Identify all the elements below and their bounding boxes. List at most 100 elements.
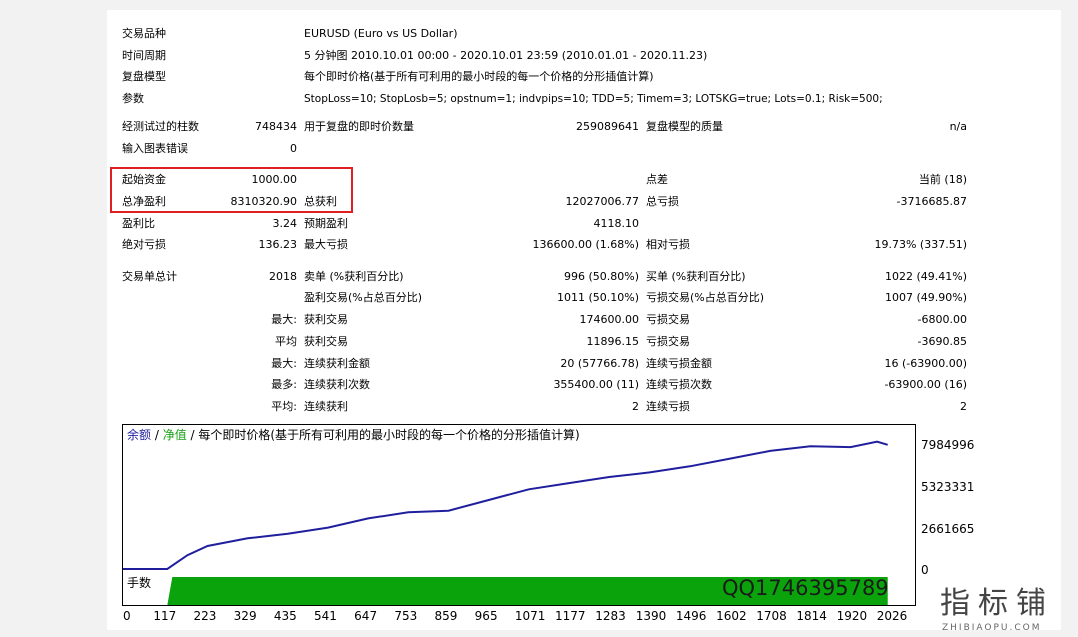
quality-label: 复盘模型的质量 <box>646 120 723 133</box>
max-label: 最大: <box>271 313 297 326</box>
max-loss-label: 亏损交易 <box>646 313 690 326</box>
maxcons-label: 最大: <box>271 357 297 370</box>
legend-equity: 净值 <box>162 428 187 442</box>
x-tick-label: 965 <box>474 609 498 623</box>
mostcons-loss-value: -63900.00 (16) <box>884 378 967 391</box>
model-label: 复盘模型 <box>122 70 166 83</box>
maxcons-loss-value: 16 (-63900.00) <box>884 357 967 370</box>
symbol-label: 交易品种 <box>122 27 166 40</box>
y-tick-label: 0 <box>921 563 929 577</box>
loss-trades-value: 1007 (49.90%) <box>884 291 967 304</box>
symbol-value: EURUSD (Euro vs US Dollar) <box>304 27 458 40</box>
max-profit-label: 获利交易 <box>304 313 348 326</box>
reldd-label: 相对亏损 <box>646 238 690 251</box>
x-tick-label: 435 <box>273 609 297 623</box>
avgcons-win-value: 2 <box>632 400 639 413</box>
mostcons-label: 最多: <box>271 378 297 391</box>
x-tick-label: 1920 <box>836 609 868 623</box>
profit-trades-value: 1011 (50.10%) <box>556 291 639 304</box>
y-tick-label: 2661665 <box>921 522 975 536</box>
absdd-value: 136.23 <box>258 238 298 251</box>
x-tick-label: 1071 <box>514 609 546 623</box>
avgcons-loss-value: 2 <box>960 400 967 413</box>
mostcons-win-value: 355400.00 (11) <box>553 378 639 391</box>
grossloss-label: 总亏损 <box>646 195 679 208</box>
ticks-label: 用于复盘的即时价数量 <box>304 120 414 133</box>
lots-label: 手数 <box>127 576 152 590</box>
period-label: 时间周期 <box>122 49 166 62</box>
balance-line <box>123 440 888 570</box>
bars-label: 经测试过的柱数 <box>122 120 199 133</box>
x-tick-label: 1602 <box>716 609 747 623</box>
legend-separator: / <box>186 428 199 442</box>
x-tick-label: 1708 <box>756 609 787 623</box>
pf-label: 盈利比 <box>122 217 155 230</box>
avgcons-win-label: 连续获利 <box>304 400 348 413</box>
short-value: 996 (50.80%) <box>563 270 639 283</box>
highlight-box <box>110 167 353 213</box>
total-trades-label: 交易单总计 <box>122 270 177 283</box>
long-label: 买单 (%获利百分比) <box>646 270 746 283</box>
y-tick-label: 7984996 <box>921 438 975 452</box>
grossloss-value: -3716685.87 <box>896 195 967 208</box>
x-tick-label: 329 <box>233 609 257 623</box>
spread-value: 当前 (18) <box>918 173 967 186</box>
total-trades-value: 2018 <box>269 270 297 283</box>
maxdd-label: 最大亏损 <box>304 238 348 251</box>
mostcons-loss-label: 连续亏损次数 <box>646 378 712 391</box>
x-tick-label: 1390 <box>635 609 667 623</box>
avgcons-loss-label: 连续亏损 <box>646 400 690 413</box>
long-value: 1022 (49.41%) <box>884 270 967 283</box>
quality-value: n/a <box>949 120 967 133</box>
max-profit-value: 174600.00 <box>579 313 640 326</box>
site-domain: ZHIBIAOPU.COM <box>942 623 1042 633</box>
avg-loss-value: -3690.85 <box>917 335 967 348</box>
x-tick-label: 223 <box>193 609 217 623</box>
reldd-value: 19.73% (337.51) <box>874 238 967 251</box>
x-tick-label: 859 <box>434 609 458 623</box>
x-tick-label: 1496 <box>675 609 707 623</box>
errors-label: 输入图表错误 <box>122 142 188 155</box>
maxcons-win-label: 连续获利金额 <box>304 357 370 370</box>
loss-trades-label: 亏损交易(%占总百分比) <box>646 291 765 304</box>
maxcons-loss-label: 连续亏损金额 <box>646 357 712 370</box>
absdd-label: 绝对亏损 <box>122 238 166 251</box>
maxdd-value: 136600.00 (1.68%) <box>532 238 639 251</box>
expected-value: 4118.10 <box>593 217 640 230</box>
avg-profit-label: 获利交易 <box>304 335 348 348</box>
x-tick-label: 647 <box>354 609 378 623</box>
ticks-value: 259089641 <box>576 120 639 133</box>
pf-value: 3.24 <box>272 217 298 230</box>
avg-loss-label: 亏损交易 <box>646 335 690 348</box>
site-logo: 指标铺 <box>940 586 1054 621</box>
profit-trades-label: 盈利交易(%占总百分比) <box>304 291 423 304</box>
x-tick-label: 117 <box>153 609 177 623</box>
maxcons-win-value: 20 (57766.78) <box>560 357 639 370</box>
mostcons-win-label: 连续获利次数 <box>304 378 370 391</box>
params-value: StopLoss=10; StopLosb=5; opstnum=1; indv… <box>304 93 883 105</box>
y-tick-label: 5323331 <box>921 480 975 494</box>
avgcons-label: 平均: <box>271 400 297 413</box>
grossprofit-value: 12027006.77 <box>565 195 639 208</box>
chart-legend: 余额 / 净值 / 每个即时价格(基于所有可利用的最小时段的每一个价格的分形插值… <box>127 427 580 443</box>
max-loss-value: -6800.00 <box>917 313 967 326</box>
x-tick-label: 2026 <box>876 609 908 623</box>
short-label: 卖单 (%获利百分比) <box>304 270 404 283</box>
spread-label: 点差 <box>646 173 668 186</box>
x-tick-label: 1177 <box>555 609 586 623</box>
bars-value: 748434 <box>255 120 297 133</box>
balance-chart-canvas <box>123 440 888 570</box>
errors-value: 0 <box>290 142 297 155</box>
x-tick-label: 1814 <box>796 609 827 623</box>
legend-model: 每个即时价格(基于所有可利用的最小时段的每一个价格的分形插值计算) <box>198 428 580 442</box>
model-value: 每个即时价格(基于所有可利用的最小时段的每一个价格的分形插值计算) <box>304 70 654 83</box>
watermark-text: QQ1746395789 <box>722 576 889 600</box>
legend-separator: / <box>151 428 163 442</box>
x-tick-label: 1283 <box>595 609 626 623</box>
avg-profit-value: 11896.15 <box>586 335 640 348</box>
x-tick-label: 753 <box>394 609 418 623</box>
legend-balance: 余额 <box>127 428 152 442</box>
expected-label: 预期盈利 <box>304 217 348 230</box>
x-tick-label: 0 <box>123 609 131 623</box>
x-tick-label: 541 <box>314 609 337 623</box>
